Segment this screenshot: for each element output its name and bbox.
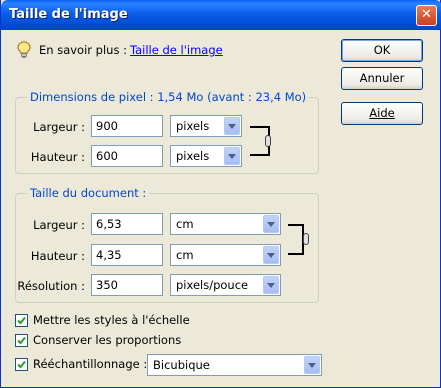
info-label: En savoir plus : (39, 43, 127, 57)
pixel-height-unit-value: pixels (176, 149, 210, 163)
info-link[interactable]: Taille de l'image (130, 43, 223, 57)
ok-button[interactable]: OK (341, 39, 423, 62)
resolution-label: Résolution : (17, 279, 85, 293)
chevron-down-icon[interactable] (263, 246, 279, 264)
doc-link-bracket (288, 224, 304, 255)
help-button-label: Aide (369, 106, 395, 120)
doc-width-unit-select[interactable]: cm (170, 213, 281, 235)
image-size-dialog: Taille de l'image ✕ En savoir plus : Tai… (0, 0, 441, 388)
help-button[interactable]: Aide (341, 102, 423, 125)
resample-label[interactable]: Rééchantillonnage : (33, 357, 147, 371)
pixel-width-input[interactable]: 900 (91, 115, 163, 137)
chain-link-icon (265, 135, 271, 147)
pixel-dimensions-legend: Dimensions de pixel : 1,54 Mo (avant : 2… (27, 90, 310, 104)
doc-height-input[interactable]: 4,35 (91, 244, 163, 266)
constrain-proportions-checkbox[interactable] (15, 334, 28, 347)
pixel-width-label: Largeur : (33, 120, 85, 134)
checkmark-icon (17, 360, 26, 369)
checkmark-icon (17, 316, 26, 325)
document-size-legend: Taille du document : (27, 186, 150, 200)
lightbulb-icon (17, 41, 31, 59)
chevron-down-icon[interactable] (224, 147, 240, 165)
pixel-width-unit-select[interactable]: pixels (170, 115, 242, 137)
close-icon: ✕ (421, 7, 432, 22)
title-bar: Taille de l'image ✕ (1, 0, 441, 30)
resolution-unit-value: pixels/pouce (176, 278, 249, 292)
constrain-proportions-label[interactable]: Conserver les proportions (33, 333, 181, 347)
resample-method-value: Bicubique (153, 358, 210, 372)
resample-method-select[interactable]: Bicubique (147, 354, 322, 376)
doc-width-label: Largeur : (33, 218, 85, 232)
close-button[interactable]: ✕ (416, 5, 437, 26)
chevron-down-icon[interactable] (263, 215, 279, 233)
doc-height-unit-value: cm (176, 248, 194, 262)
pixel-height-label: Hauteur : (30, 150, 85, 164)
chevron-down-icon[interactable] (263, 276, 279, 294)
pixel-height-unit-select[interactable]: pixels (170, 145, 242, 167)
chevron-down-icon[interactable] (304, 356, 320, 374)
resolution-input[interactable]: 350 (91, 274, 163, 296)
scale-styles-label[interactable]: Mettre les styles à l'échelle (33, 313, 190, 327)
doc-height-label: Hauteur : (30, 249, 85, 263)
window-title: Taille de l'image (9, 7, 128, 22)
resolution-unit-select[interactable]: pixels/pouce (170, 274, 281, 296)
chain-link-icon (303, 233, 309, 245)
doc-width-input[interactable]: 6,53 (91, 213, 163, 235)
cancel-button[interactable]: Annuler (341, 67, 423, 90)
pixel-width-unit-value: pixels (176, 119, 210, 133)
doc-width-unit-value: cm (176, 217, 194, 231)
resample-checkbox[interactable] (15, 358, 28, 371)
scale-styles-checkbox[interactable] (15, 314, 28, 327)
chevron-down-icon[interactable] (224, 117, 240, 135)
doc-height-unit-select[interactable]: cm (170, 244, 281, 266)
checkmark-icon (17, 336, 26, 345)
pixel-height-input[interactable]: 600 (91, 145, 163, 167)
